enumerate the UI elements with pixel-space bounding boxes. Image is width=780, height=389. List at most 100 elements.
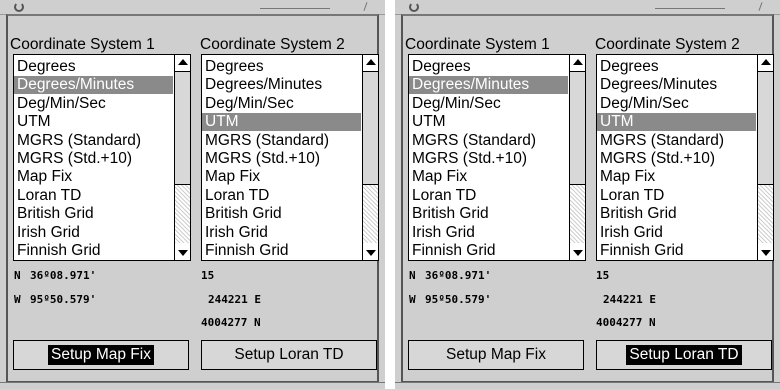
setup-map-fix-button[interactable]: Setup Map Fix xyxy=(13,340,189,370)
list-item[interactable]: Degrees xyxy=(14,58,173,76)
setup-map-fix-label: Setup Map Fix xyxy=(446,346,546,363)
list-item[interactable]: MGRS (Standard) xyxy=(597,132,756,150)
list-item[interactable]: Map Fix xyxy=(14,168,173,186)
list-item[interactable]: British Grid xyxy=(14,205,173,223)
scroll-down-arrow-icon[interactable] xyxy=(178,250,188,256)
list-item[interactable]: MGRS (Standard) xyxy=(409,132,568,150)
list-item[interactable]: UTM xyxy=(409,113,568,131)
list-item[interactable]: Finnish Grid xyxy=(597,242,756,260)
scroll-up-arrow-icon[interactable] xyxy=(178,59,188,65)
list-item[interactable]: Degrees xyxy=(409,58,568,76)
list-item[interactable]: MGRS (Standard) xyxy=(14,132,173,150)
utm-easting: 244221 E xyxy=(208,293,261,306)
utm-zone: 15 xyxy=(596,269,610,282)
list-item[interactable]: Deg/Min/Sec xyxy=(202,95,361,113)
scroll-down-arrow-icon[interactable] xyxy=(573,250,583,256)
scroll-thumb[interactable] xyxy=(363,71,378,185)
scroll-up-arrow-icon[interactable] xyxy=(573,59,583,65)
latitude-hemisphere: N xyxy=(14,269,21,282)
previous-screen-remnant-bottom xyxy=(0,382,385,389)
previous-screen-remnant-bottom xyxy=(395,382,780,389)
list-item[interactable]: Degrees/Minutes xyxy=(202,76,361,94)
list-item[interactable]: Map Fix xyxy=(202,168,361,186)
list-item[interactable]: Loran TD xyxy=(202,187,361,205)
list-item[interactable]: UTM xyxy=(14,113,173,131)
list-item[interactable]: British Grid xyxy=(202,205,361,223)
scroll-thumb[interactable] xyxy=(758,71,773,185)
scroll-track[interactable] xyxy=(363,185,378,243)
scroll-up-arrow-icon[interactable] xyxy=(761,59,771,65)
previous-screen-remnant xyxy=(395,0,780,15)
scroll-down-arrow-icon[interactable] xyxy=(761,250,771,256)
utm-northing: 4004277 N xyxy=(596,316,656,329)
coordinate-system-2-list[interactable]: Degrees Degrees/Minutes Deg/Min/Sec UTM MGRS… xyxy=(201,54,379,261)
scroll-up-arrow-icon[interactable] xyxy=(366,59,376,65)
list-item[interactable]: MGRS (Std.+10) xyxy=(409,150,568,168)
list-item[interactable]: Irish Grid xyxy=(597,224,756,242)
list-item[interactable]: Finnish Grid xyxy=(14,242,173,260)
list-item[interactable]: Deg/Min/Sec xyxy=(14,95,173,113)
setup-loran-td-button[interactable]: Setup Loran TD xyxy=(596,340,772,370)
longitude-value: 95º50.579' xyxy=(30,293,97,306)
scroll-track[interactable] xyxy=(175,185,190,243)
list-item[interactable]: Irish Grid xyxy=(409,224,568,242)
list-item[interactable]: British Grid xyxy=(409,205,568,223)
list-item[interactable]: MGRS (Std.+10) xyxy=(202,150,361,168)
list-item[interactable]: MGRS (Standard) xyxy=(202,132,361,150)
scroll-down-arrow-icon[interactable] xyxy=(366,250,376,256)
list-item[interactable]: Deg/Min/Sec xyxy=(597,95,756,113)
list-item[interactable]: Degrees/Minutes xyxy=(409,76,568,95)
list-item[interactable]: UTM xyxy=(597,113,756,132)
list-item[interactable]: Loran TD xyxy=(14,187,173,205)
setup-loran-td-label: Setup Loran TD xyxy=(234,346,344,363)
list-item[interactable]: Map Fix xyxy=(409,168,568,186)
coordinate-system-1-title: Coordinate System 1 xyxy=(10,36,155,53)
list-scrollbar[interactable] xyxy=(174,55,190,260)
previous-screen-remnant xyxy=(0,0,385,15)
list-item[interactable]: Loran TD xyxy=(409,187,568,205)
list-item[interactable]: Irish Grid xyxy=(14,224,173,242)
list-scrollbar[interactable] xyxy=(757,55,773,260)
list-item[interactable]: Map Fix xyxy=(597,168,756,186)
longitude-hemisphere: W xyxy=(14,293,21,306)
gps-screen-right: Coordinate System 1 Coordinate System 2 De… xyxy=(395,0,780,389)
list-item[interactable]: Finnish Grid xyxy=(409,242,568,260)
list-item[interactable]: British Grid xyxy=(597,205,756,223)
longitude-hemisphere: W xyxy=(409,293,416,306)
setup-map-fix-button[interactable]: Setup Map Fix xyxy=(408,340,584,370)
list-item[interactable]: Deg/Min/Sec xyxy=(409,95,568,113)
scroll-track[interactable] xyxy=(570,185,585,243)
setup-loran-td-label: Setup Loran TD xyxy=(626,345,742,365)
scroll-thumb[interactable] xyxy=(570,71,585,185)
utm-zone: 15 xyxy=(201,269,215,282)
list-item[interactable]: Degrees xyxy=(597,58,756,76)
list-item[interactable]: Degrees xyxy=(202,58,361,76)
latitude-value: 36º08.971' xyxy=(425,269,492,282)
latitude-hemisphere: N xyxy=(409,269,416,282)
list-item[interactable]: Degrees/Minutes xyxy=(14,76,173,95)
coordinate-system-1-list[interactable]: Degrees Degrees/Minutes Deg/Min/Sec UTM MGRS… xyxy=(408,54,586,261)
list-item[interactable]: Irish Grid xyxy=(202,224,361,242)
utm-easting: 244221 E xyxy=(603,293,656,306)
list-scrollbar[interactable] xyxy=(362,55,378,260)
scroll-thumb[interactable] xyxy=(175,71,190,185)
list-item[interactable]: MGRS (Std.+10) xyxy=(14,150,173,168)
coordinate-system-2-list[interactable]: Degrees Degrees/Minutes Deg/Min/Sec UTM MGRS… xyxy=(596,54,774,261)
utm-northing: 4004277 N xyxy=(201,316,261,329)
setup-loran-td-button[interactable]: Setup Loran TD xyxy=(201,340,377,370)
list-item[interactable]: Degrees/Minutes xyxy=(597,76,756,94)
coordinate-system-2-title: Coordinate System 2 xyxy=(595,36,740,53)
coordinate-system-2-title: Coordinate System 2 xyxy=(200,36,345,53)
longitude-value: 95º50.579' xyxy=(425,293,492,306)
list-scrollbar[interactable] xyxy=(569,55,585,260)
list-item[interactable]: Loran TD xyxy=(597,187,756,205)
setup-map-fix-label: Setup Map Fix xyxy=(48,345,154,365)
list-item[interactable]: Finnish Grid xyxy=(202,242,361,260)
gps-screen-left: Coordinate System 1 Coordinate System 2 De… xyxy=(0,0,385,389)
latitude-value: 36º08.971' xyxy=(30,269,97,282)
scroll-track[interactable] xyxy=(758,185,773,243)
list-item[interactable]: MGRS (Std.+10) xyxy=(597,150,756,168)
list-item[interactable]: UTM xyxy=(202,113,361,132)
coordinate-system-1-list[interactable]: Degrees Degrees/Minutes Deg/Min/Sec UTM MGRS… xyxy=(13,54,191,261)
coordinate-system-1-title: Coordinate System 1 xyxy=(405,36,550,53)
